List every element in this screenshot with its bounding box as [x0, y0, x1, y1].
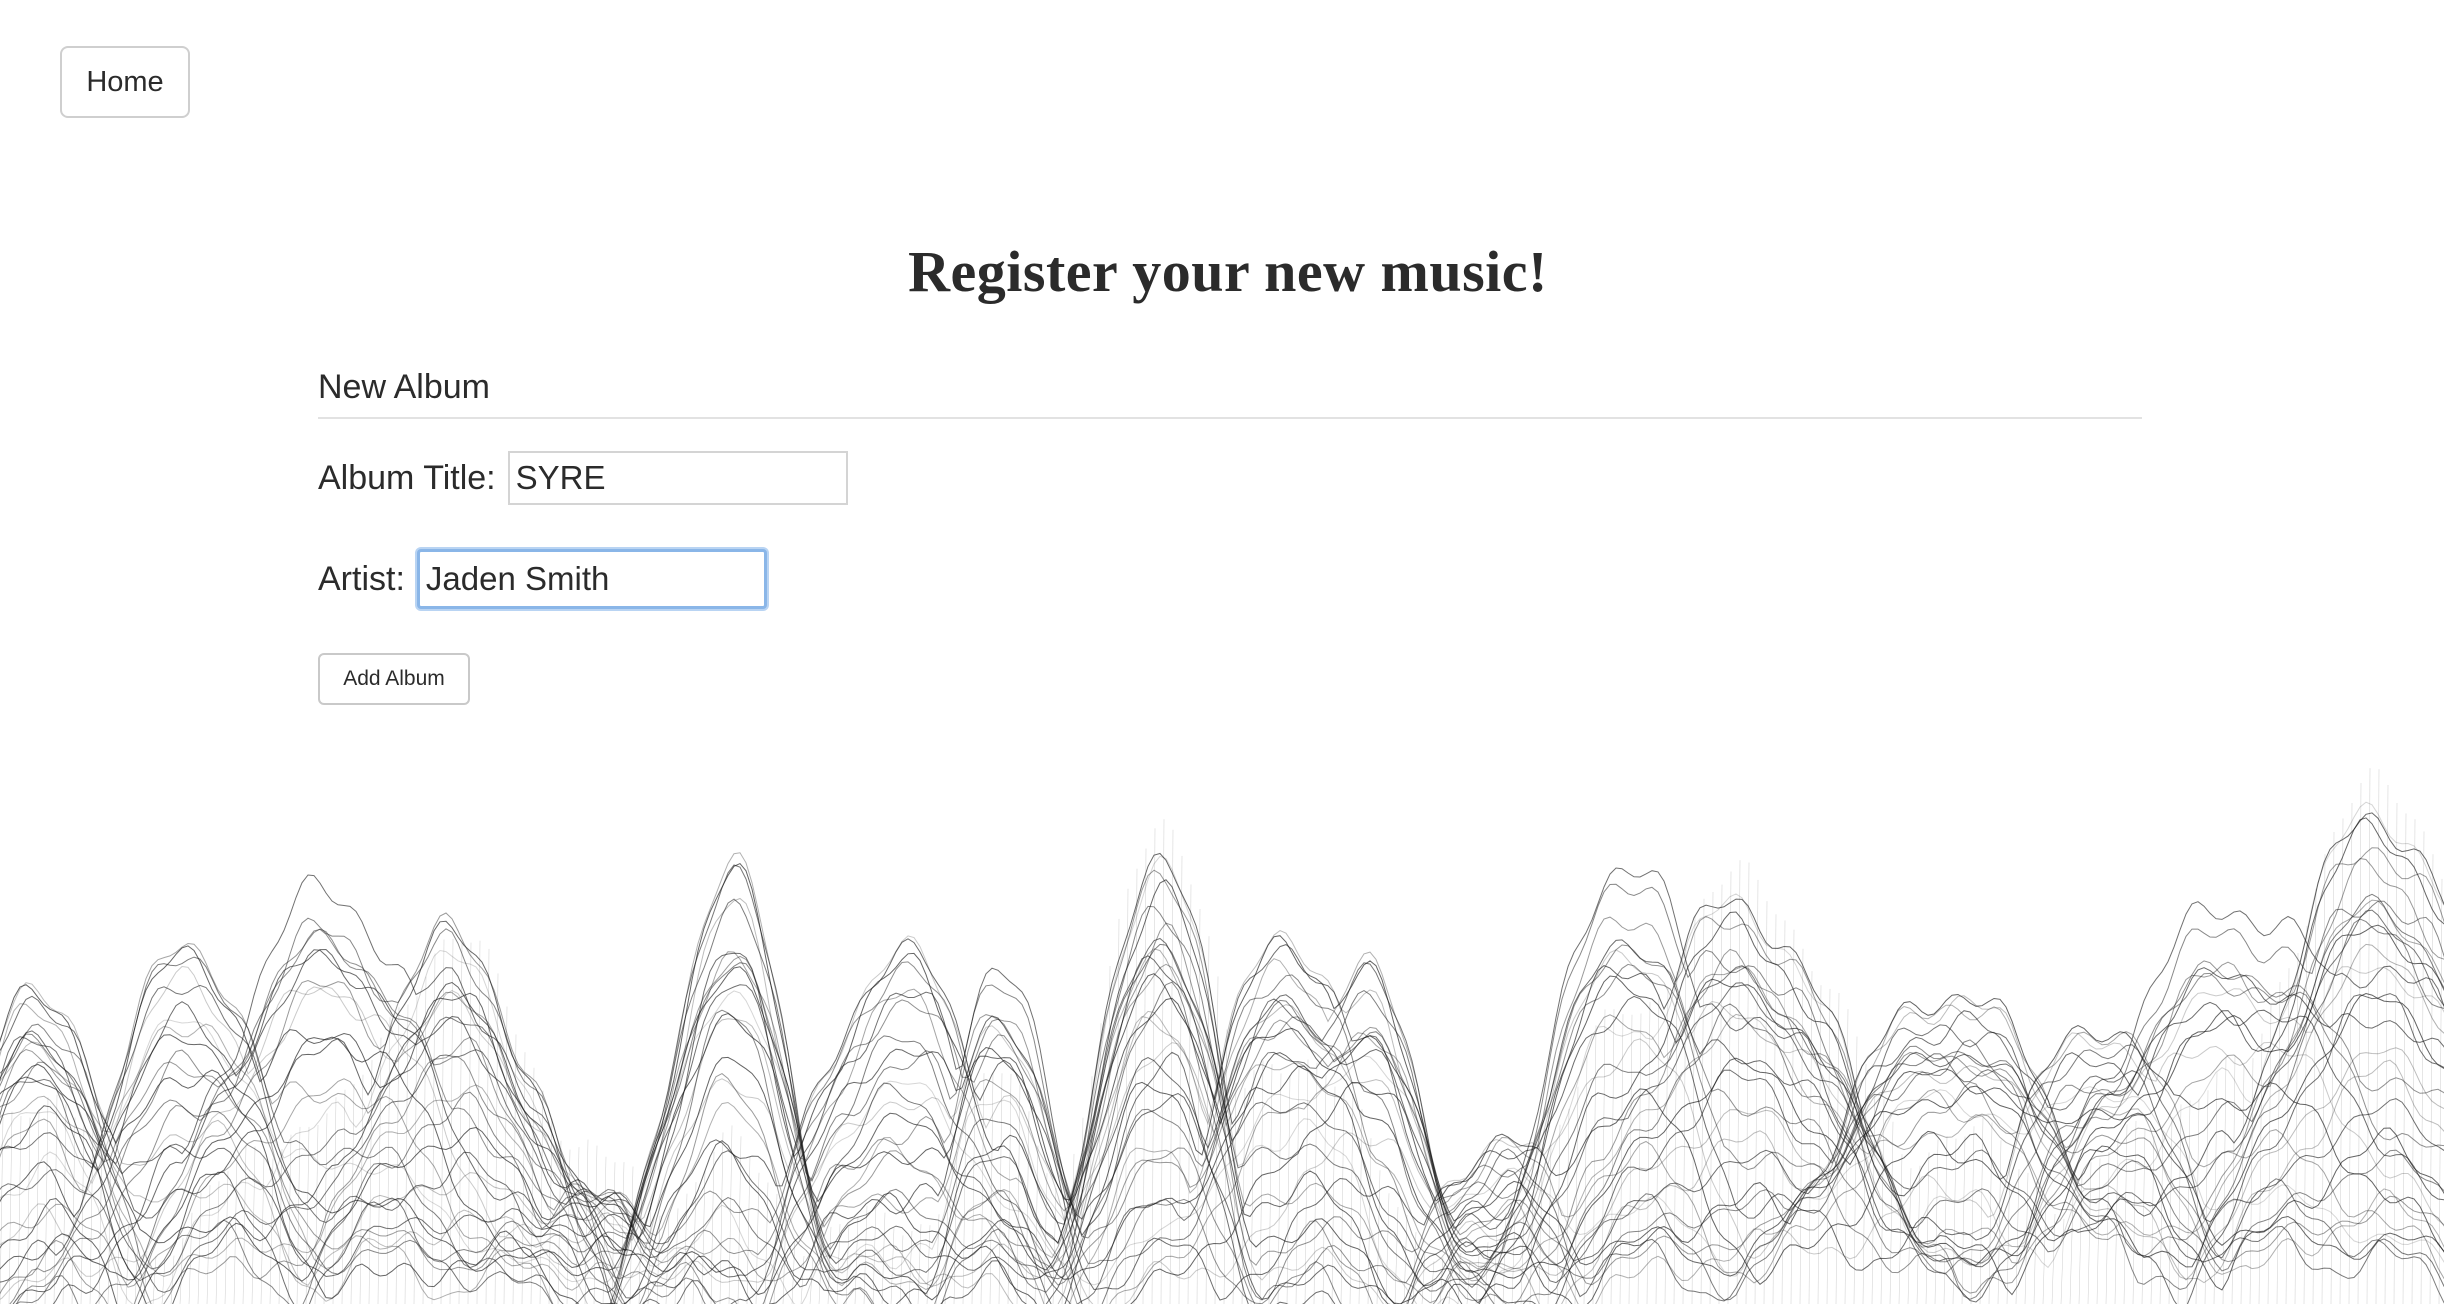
page: Home Register your new music! New Album …	[0, 0, 2444, 1304]
add-album-button[interactable]: Add Album	[318, 653, 470, 705]
album-title-input[interactable]	[507, 451, 848, 505]
form-legend: New Album	[318, 368, 2142, 419]
artist-input[interactable]	[416, 549, 767, 609]
home-button[interactable]: Home	[60, 46, 190, 118]
album-title-label: Album Title:	[318, 458, 496, 497]
album-title-row: Album Title:	[318, 451, 2142, 505]
album-form: New Album Album Title: Artist: Add Album	[318, 368, 2142, 705]
artist-label: Artist:	[318, 559, 405, 598]
wireframe-mountains-art	[0, 768, 2444, 1304]
artist-row: Artist:	[318, 549, 2142, 609]
page-title: Register your new music!	[908, 239, 1548, 304]
